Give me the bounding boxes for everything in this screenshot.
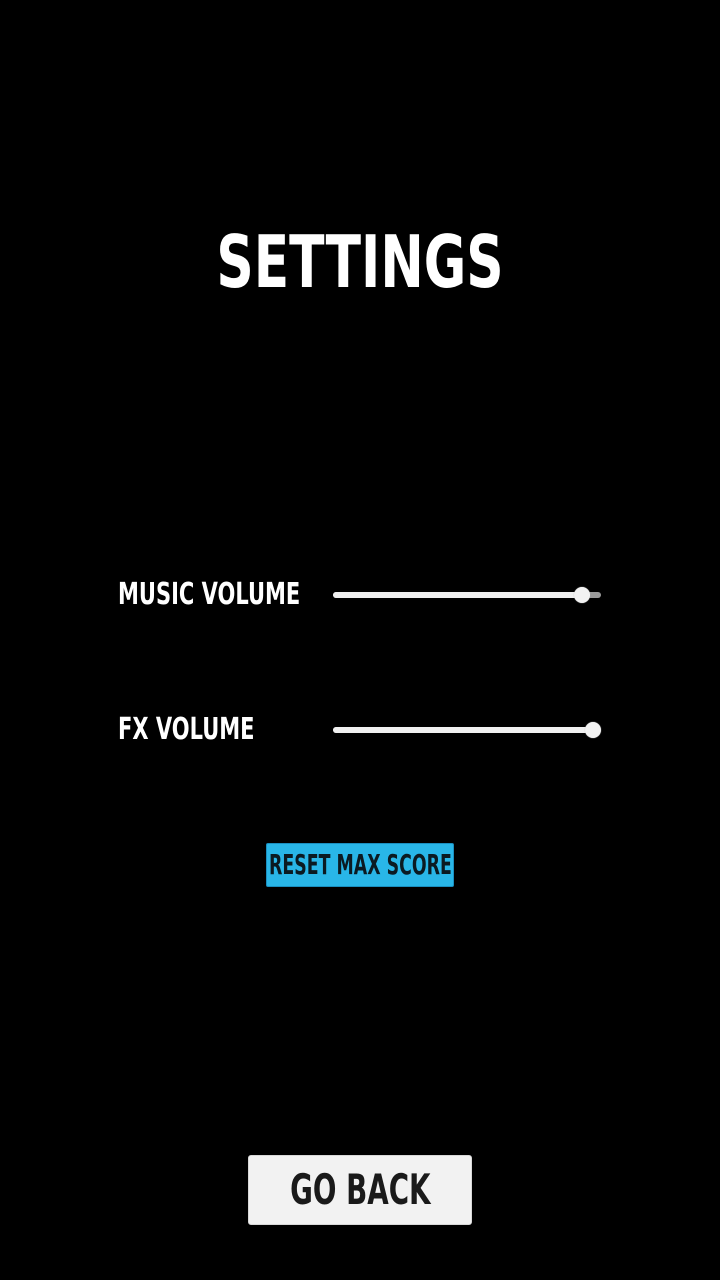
- go-back-label: GO BACK: [289, 1165, 431, 1214]
- fx-volume-label: FX VOLUME: [118, 712, 255, 747]
- fx-volume-slider[interactable]: [333, 718, 601, 742]
- music-volume-fill: [333, 592, 583, 598]
- fx-volume-handle[interactable]: [584, 722, 601, 738]
- go-back-button[interactable]: GO BACK: [248, 1155, 472, 1225]
- settings-screen: SETTINGS MUSIC VOLUME FX VOLUME RESET MA…: [0, 0, 720, 1280]
- music-volume-handle[interactable]: [574, 587, 591, 603]
- music-volume-slider[interactable]: [333, 583, 601, 607]
- reset-max-score-button[interactable]: RESET MAX SCORE: [266, 843, 454, 887]
- reset-max-score-label: RESET MAX SCORE: [268, 848, 452, 881]
- music-volume-label: MUSIC VOLUME: [118, 577, 301, 612]
- fx-volume-fill: [333, 727, 593, 733]
- page-title: SETTINGS: [216, 220, 504, 304]
